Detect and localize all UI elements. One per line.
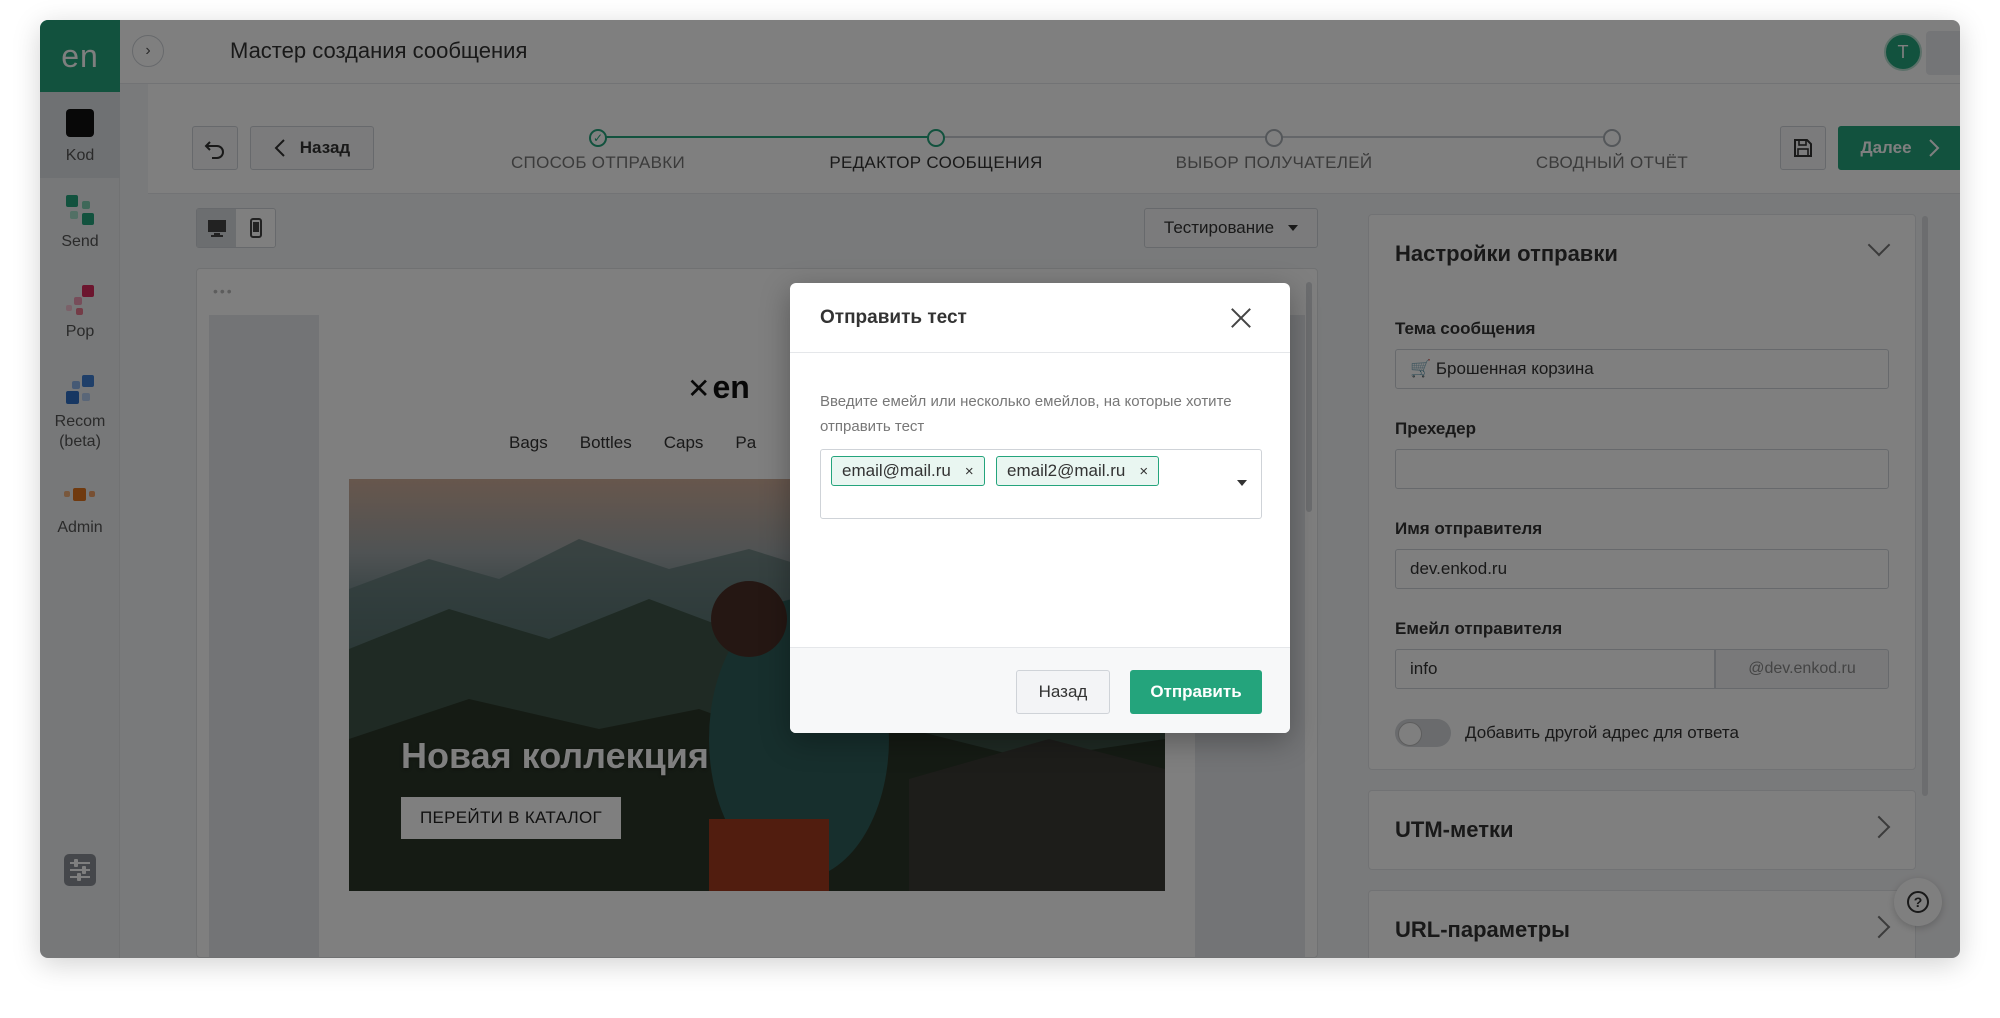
close-icon[interactable] xyxy=(1226,303,1256,333)
app-window: en Kod Send Pop xyxy=(40,20,1960,958)
recipient-email: email@mail.ru xyxy=(842,461,951,480)
recipient-email: email2@mail.ru xyxy=(1007,461,1126,480)
modal-footer: Назад Отправить xyxy=(790,647,1290,733)
modal-back-button[interactable]: Назад xyxy=(1016,670,1110,714)
modal-header: Отправить тест xyxy=(790,283,1290,353)
remove-tag-icon[interactable]: × xyxy=(965,463,974,480)
send-button[interactable]: Отправить xyxy=(1130,670,1262,714)
modal-title: Отправить тест xyxy=(820,307,967,328)
modal-description: Введите емейл или несколько емейлов, на … xyxy=(820,393,1232,435)
recipient-tag: email@mail.ru × xyxy=(831,456,985,486)
recipients-select[interactable]: email@mail.ru × email2@mail.ru × xyxy=(820,449,1262,519)
recipient-tag: email2@mail.ru × xyxy=(996,456,1160,486)
send-test-modal: Отправить тест Введите емейл или несколь… xyxy=(790,283,1290,733)
caret-down-icon[interactable] xyxy=(1237,480,1247,486)
remove-tag-icon[interactable]: × xyxy=(1139,463,1148,480)
